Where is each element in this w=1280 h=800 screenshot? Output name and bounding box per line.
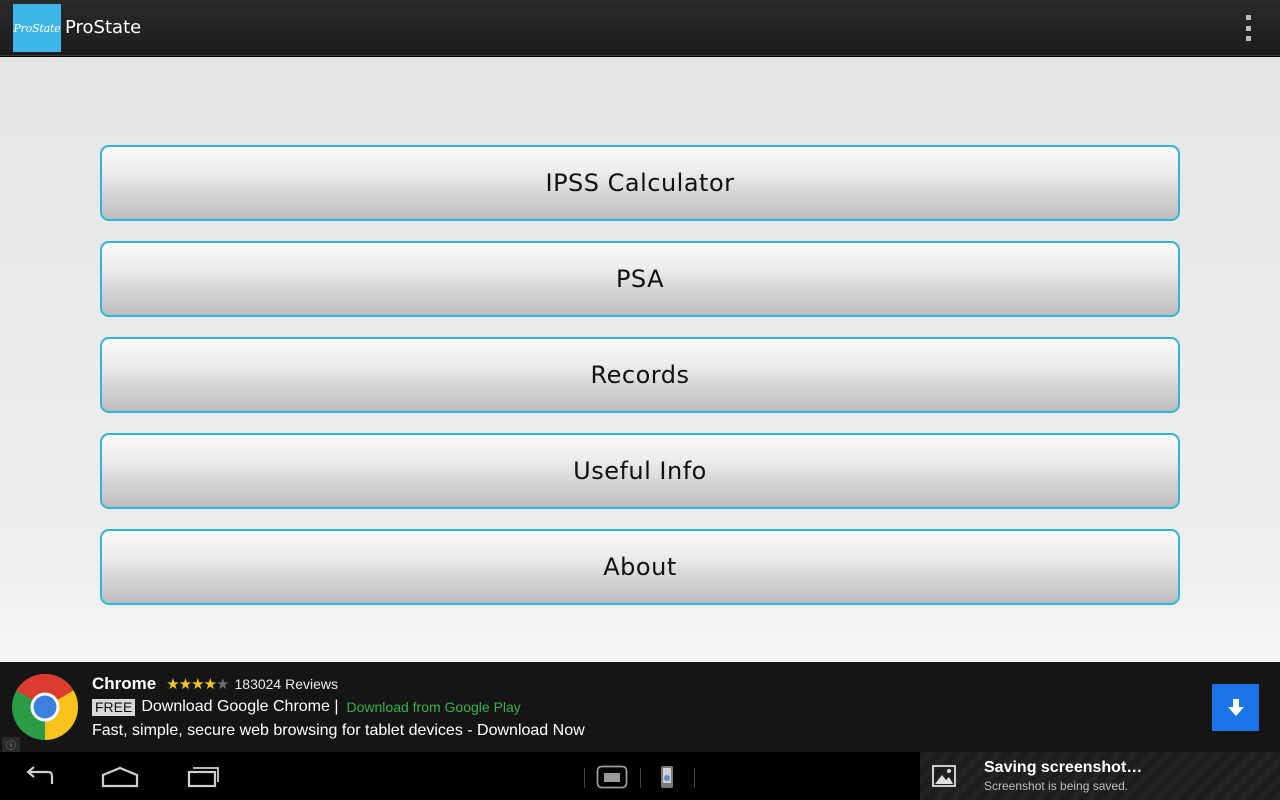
ipss-calculator-button[interactable]: IPSS Calculator [100, 145, 1180, 221]
screen-compat-icon [596, 765, 628, 789]
app-icon-label: ProState [13, 21, 61, 35]
ad-description: Fast, simple, secure web browsing for ta… [92, 722, 585, 739]
ad-app-name: Chrome [92, 674, 157, 693]
app-icon[interactable]: ProState [13, 4, 61, 52]
home-button[interactable] [96, 760, 144, 794]
notification-subtitle: Screenshot is being saved. [984, 779, 1129, 793]
image-icon [932, 765, 956, 787]
rating-stars: ★★★★★ [166, 675, 229, 693]
app-title: ProState [65, 17, 142, 38]
back-icon [26, 766, 54, 784]
system-nav-bar: Saving screenshot… Screenshot is being s… [0, 752, 1280, 800]
app-shortcut-button[interactable] [643, 760, 691, 794]
records-button[interactable]: Records [100, 337, 1180, 413]
download-arrow-icon [1227, 698, 1244, 716]
overflow-dot [1245, 25, 1251, 31]
rating-star-icon: ★ [178, 675, 192, 693]
overflow-dot [1245, 36, 1251, 41]
overflow-menu-icon[interactable] [1238, 15, 1258, 41]
ad-headline: Download Google Chrome | [141, 698, 339, 715]
google-play-link[interactable]: Download from Google Play [347, 699, 521, 715]
chrome-logo-icon [12, 674, 78, 740]
action-bar: ProState ProState [0, 0, 1280, 56]
free-badge: FREE [92, 698, 136, 716]
screenshot-notification[interactable]: Saving screenshot… Screenshot is being s… [920, 752, 1280, 800]
back-button[interactable] [16, 760, 64, 794]
nav-divider [584, 768, 585, 788]
psa-button[interactable]: PSA [100, 241, 1180, 317]
nav-divider [694, 768, 695, 788]
about-button[interactable]: About [100, 529, 1180, 605]
recent-apps-icon [187, 767, 219, 788]
nav-divider [640, 768, 641, 788]
recent-apps-button[interactable] [177, 760, 225, 794]
ad-banner[interactable]: ⓘ Chrome ★★★★★ 183024 Reviews FREE Downl… [0, 662, 1280, 752]
ad-title-row: Chrome ★★★★★ 183024 Reviews [92, 674, 338, 694]
rating-star-icon: ★ [203, 675, 217, 693]
screen-compat-button[interactable] [588, 760, 636, 794]
overflow-dot [1245, 15, 1251, 20]
main-menu: IPSS Calculator PSA Records Useful Info … [0, 57, 1280, 662]
rating-star-icon: ★ [216, 675, 229, 693]
rating-star-icon: ★ [166, 675, 179, 693]
ad-info-icon[interactable]: ⓘ [2, 737, 20, 752]
ad-headline-row: FREE Download Google Chrome | Download f… [92, 698, 521, 716]
notification-title: Saving screenshot… [984, 759, 1143, 776]
rating-star-icon: ★ [191, 675, 204, 693]
phone-app-icon [661, 766, 673, 788]
home-icon [101, 766, 139, 788]
useful-info-button[interactable]: Useful Info [100, 433, 1180, 509]
review-count: 183024 Reviews [234, 676, 339, 692]
download-button[interactable] [1212, 684, 1259, 731]
